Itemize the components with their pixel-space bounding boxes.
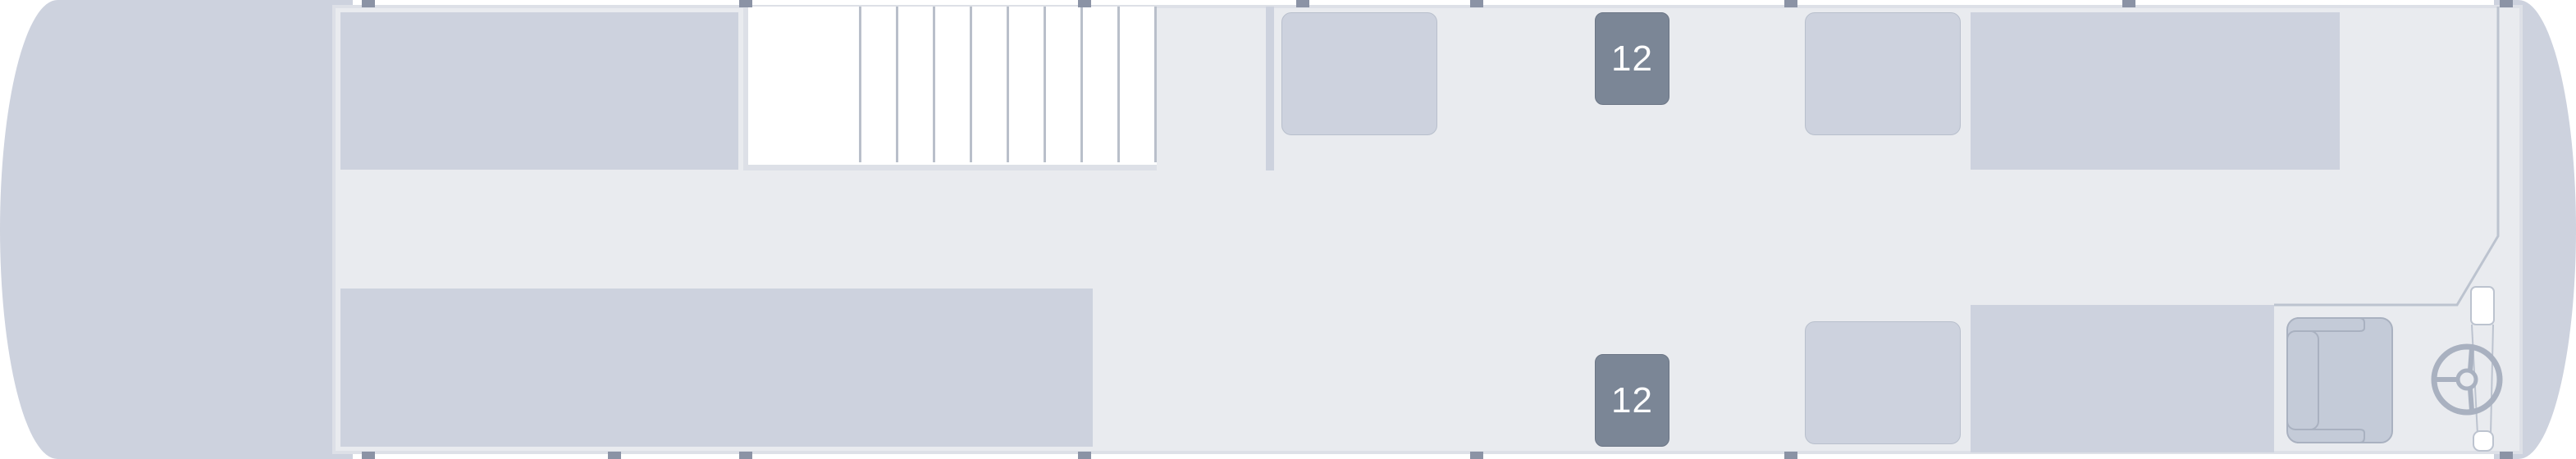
stair-step xyxy=(970,7,972,162)
dashboard-outline xyxy=(2274,7,2500,307)
driver-seat-icon xyxy=(2286,317,2393,443)
seat-number: 12 xyxy=(1611,39,1653,79)
seat[interactable] xyxy=(1805,321,1961,444)
driver-zone xyxy=(2274,7,2503,452)
stair-step xyxy=(1117,7,1120,162)
stair-step xyxy=(1044,7,1046,162)
window-marker xyxy=(362,0,375,7)
window-marker xyxy=(1784,452,1797,459)
divider-post xyxy=(1266,7,1274,170)
luggage-area-top-left xyxy=(340,12,738,170)
window-marker xyxy=(608,452,621,459)
seat-taken[interactable]: 12 xyxy=(1595,12,1669,105)
window-marker xyxy=(1078,452,1091,459)
window-marker xyxy=(739,452,752,459)
stair-step xyxy=(896,7,898,162)
seat[interactable] xyxy=(1281,12,1437,135)
window-marker xyxy=(362,452,375,459)
window-marker xyxy=(1470,452,1483,459)
window-marker xyxy=(1296,0,1309,7)
window-marker xyxy=(2122,0,2135,7)
stair-step xyxy=(933,7,935,162)
window-marker xyxy=(1784,0,1797,7)
staircase xyxy=(743,7,1157,170)
seat[interactable] xyxy=(1805,12,1961,135)
luggage-area-bottom-left xyxy=(340,289,1093,447)
stair-step xyxy=(1080,7,1083,162)
bus-rear-end xyxy=(0,0,353,459)
steering-wheel-icon xyxy=(2431,343,2503,416)
seat-taken[interactable]: 12 xyxy=(1595,354,1669,447)
window-marker xyxy=(1078,0,1091,7)
stair-step xyxy=(1007,7,1009,162)
window-marker xyxy=(739,0,752,7)
driver-area-block xyxy=(1971,305,2274,452)
seat-number: 12 xyxy=(1611,380,1653,420)
stair-step xyxy=(1154,7,1157,162)
window-marker xyxy=(1470,0,1483,7)
door-lever-icon xyxy=(2470,286,2495,452)
stair-step xyxy=(859,7,861,162)
